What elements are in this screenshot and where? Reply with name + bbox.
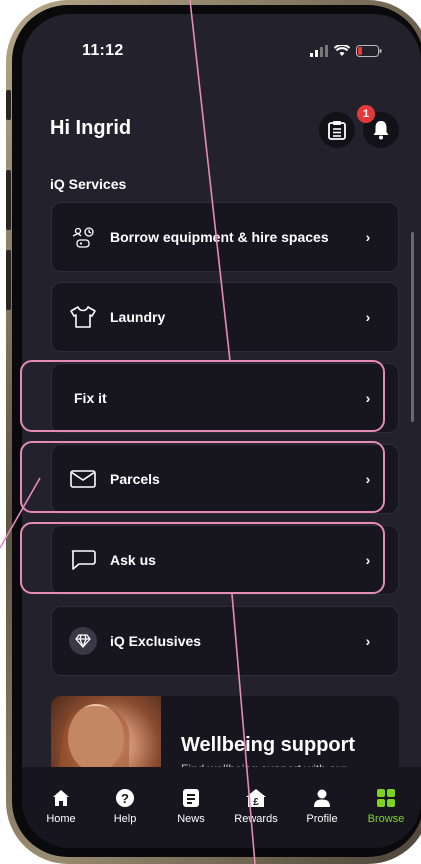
profile-icon <box>292 785 352 811</box>
status-bar: 11:12 <box>22 42 421 66</box>
clipboard-button[interactable] <box>319 112 355 148</box>
home-icon <box>31 785 91 811</box>
browse-icon <box>356 785 416 811</box>
tab-label: Profile <box>306 813 338 825</box>
volume-down-button <box>6 250 11 310</box>
battery-low-icon <box>356 45 382 57</box>
service-parcels[interactable]: Parcels › <box>51 444 399 514</box>
wellbeing-title: Wellbeing support <box>181 734 356 756</box>
bell-icon <box>373 121 389 140</box>
service-label: Parcels <box>110 471 160 487</box>
tab-rewards[interactable]: £ Rewards <box>226 785 286 825</box>
chat-bubble-icon <box>68 549 98 571</box>
service-label: Laundry <box>110 309 166 325</box>
wifi-icon <box>334 45 350 56</box>
chevron-right-icon: › <box>365 390 371 406</box>
section-title: iQ Services <box>50 176 127 192</box>
service-borrow-equipment[interactable]: Borrow equipment & hire spaces › <box>51 202 399 272</box>
tab-label: Rewards <box>234 813 278 825</box>
scrollbar[interactable] <box>411 232 414 422</box>
news-icon <box>161 785 221 811</box>
service-fix-it[interactable]: Fix it › <box>51 363 399 433</box>
tab-news[interactable]: News <box>161 785 221 825</box>
chevron-right-icon: › <box>365 471 371 487</box>
help-icon: ? <box>95 785 155 811</box>
tab-browse[interactable]: Browse <box>356 785 416 825</box>
service-laundry[interactable]: Laundry › <box>51 282 399 352</box>
clipboard-icon <box>328 121 346 140</box>
tab-label: Browse <box>367 813 405 825</box>
service-ask-us[interactable]: Ask us › <box>51 525 399 595</box>
service-label: Borrow equipment & hire spaces <box>110 229 329 245</box>
tab-profile[interactable]: Profile <box>292 785 352 825</box>
equipment-icon <box>68 223 98 251</box>
tab-help[interactable]: ? Help <box>95 785 155 825</box>
service-iq-exclusives[interactable]: iQ Exclusives › <box>51 606 399 676</box>
status-icons <box>310 45 382 57</box>
envelope-icon <box>68 470 98 488</box>
tab-home[interactable]: Home <box>31 785 91 825</box>
chevron-right-icon: › <box>365 309 371 325</box>
rewards-icon: £ <box>226 785 286 811</box>
chevron-right-icon: › <box>365 552 371 568</box>
bottom-tab-bar: Home ? Help News £ Rewards Profile Brows… <box>22 767 421 848</box>
app-screen: 11:12 Hi Ingrid 1 iQ Services Borrow equ… <box>22 14 421 848</box>
notification-badge: 1 <box>357 105 375 123</box>
signal-icon <box>310 45 328 57</box>
diamond-icon <box>68 627 98 655</box>
chevron-right-icon: › <box>365 633 371 649</box>
svg-text:?: ? <box>121 791 129 806</box>
silent-switch <box>6 90 11 120</box>
volume-up-button <box>6 170 11 230</box>
tab-label: Home <box>46 813 76 825</box>
svg-text:£: £ <box>253 797 259 808</box>
service-label: Fix it <box>74 390 107 406</box>
service-label: Ask us <box>110 552 156 568</box>
service-label: iQ Exclusives <box>110 633 202 649</box>
tshirt-icon <box>68 305 98 329</box>
tab-label: News <box>177 813 205 825</box>
status-time: 11:12 <box>82 42 124 59</box>
greeting-title: Hi Ingrid <box>50 117 132 139</box>
chevron-right-icon: › <box>365 229 371 245</box>
tab-label: Help <box>113 813 137 825</box>
